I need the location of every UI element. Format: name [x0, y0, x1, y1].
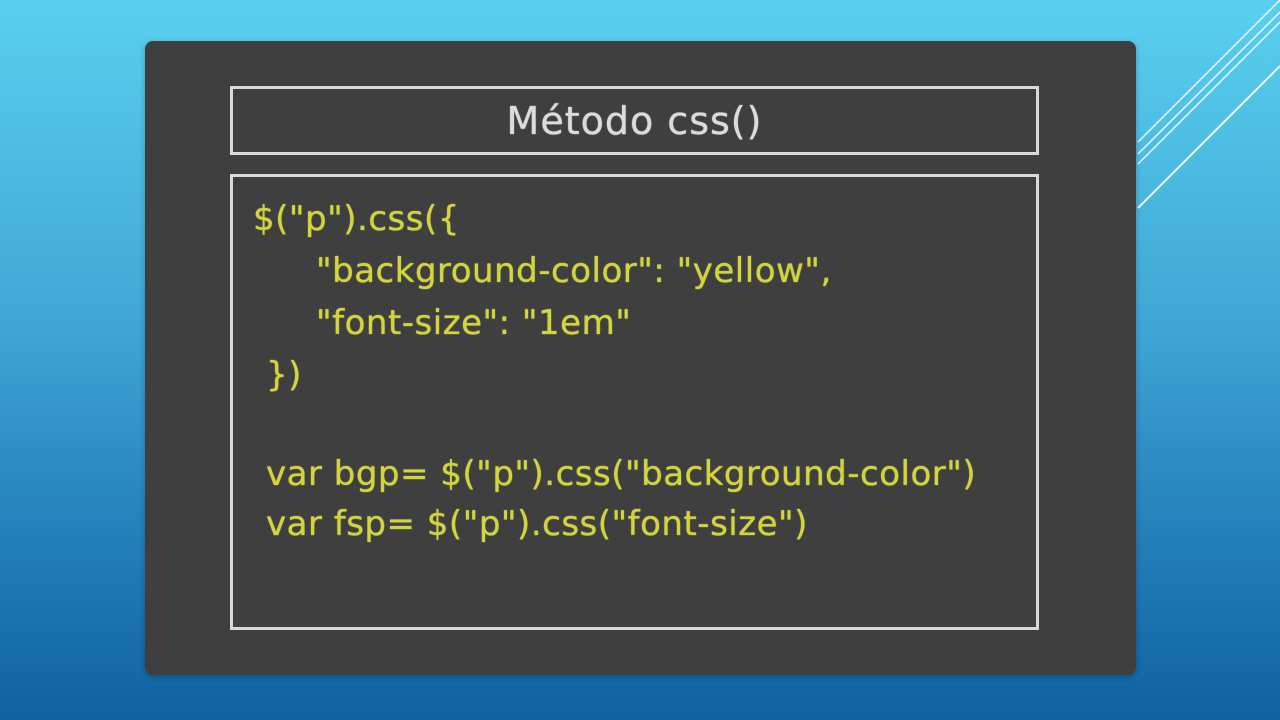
code-frame: $("p").css({ "background-color": "yellow…: [230, 174, 1039, 630]
title-frame: Método css(): [230, 86, 1039, 155]
slide-title: Método css(): [506, 98, 763, 143]
decorative-corner-lines: [1137, 0, 1280, 209]
code-line-3: "font-size": "1em": [316, 303, 632, 343]
chalkboard-panel: Método css() $("p").css({ "background-co…: [145, 41, 1136, 675]
code-line-4: }): [266, 355, 302, 395]
code-line-1: $("p").css({: [253, 199, 460, 239]
code-line-2: "background-color": "yellow",: [316, 251, 832, 291]
code-line-5: var bgp= $("p").css("background-color"): [266, 454, 977, 494]
code-line-6: var fsp= $("p").css("font-size"): [266, 504, 808, 544]
